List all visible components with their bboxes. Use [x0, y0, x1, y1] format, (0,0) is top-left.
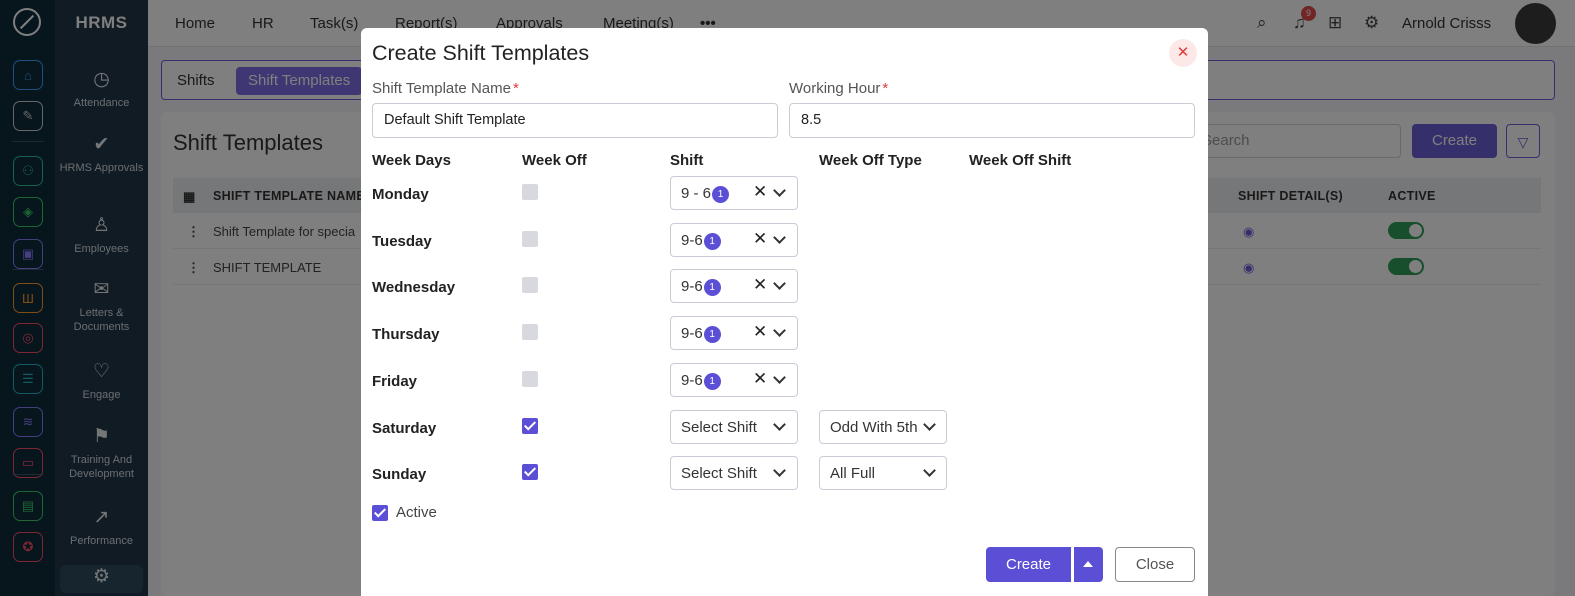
- clear-icon[interactable]: ✕: [753, 275, 767, 295]
- shift-count-badge: 1: [703, 233, 721, 250]
- shift-select[interactable]: 9 - 6 1 ✕: [670, 176, 798, 210]
- close-icon[interactable]: ✕: [1169, 39, 1197, 67]
- shift-select-value: 9-6 1: [681, 232, 721, 250]
- week-off-checkbox[interactable]: [522, 277, 538, 293]
- working-hour-label: Working Hour *: [789, 80, 889, 97]
- create-template-button[interactable]: Create: [986, 547, 1071, 582]
- chevron-down-icon: [773, 184, 786, 197]
- week-off-type-select[interactable]: Odd With 5th: [819, 410, 947, 444]
- day-label: Wednesday: [372, 279, 456, 296]
- shift-select-value: 9-6 1: [681, 278, 721, 296]
- shift-count-badge: 1: [703, 279, 721, 296]
- shift-select[interactable]: Select Shift: [670, 410, 798, 444]
- chevron-down-icon: [773, 277, 786, 290]
- chevron-down-icon: [773, 231, 786, 244]
- shift-select-value: Select Shift: [681, 465, 757, 482]
- shift-select-value: 9 - 61: [681, 185, 730, 203]
- shift-count-badge: 1: [703, 373, 721, 390]
- week-off-checkbox[interactable]: [522, 418, 538, 434]
- shift-select[interactable]: Select Shift: [670, 456, 798, 490]
- shift-select-value: 9-6 1: [681, 325, 721, 343]
- week-off-type-value: All Full: [830, 465, 876, 482]
- week-off-checkbox[interactable]: [522, 324, 538, 340]
- column-week-off: Week Off: [522, 152, 587, 169]
- template-name-input[interactable]: Default Shift Template: [372, 103, 778, 138]
- shift-count-badge: 1: [712, 186, 730, 203]
- modal-title: Create Shift Templates: [372, 41, 590, 65]
- create-shift-template-modal: Create Shift Templates ✕ Shift Template …: [361, 28, 1208, 596]
- column-week-days: Week Days: [372, 152, 451, 169]
- chevron-down-icon: [923, 464, 936, 477]
- week-off-checkbox[interactable]: [522, 184, 538, 200]
- clear-icon[interactable]: ✕: [753, 229, 767, 249]
- shift-value: 9-6: [681, 325, 703, 342]
- week-off-checkbox[interactable]: [522, 464, 538, 480]
- shift-value: Select Shift: [681, 465, 757, 482]
- day-label: Friday: [372, 373, 418, 390]
- week-off-type-value: Odd With 5th: [830, 419, 918, 436]
- chevron-down-icon: [773, 418, 786, 431]
- working-hour-input[interactable]: 8.5: [789, 103, 1195, 138]
- shift-select[interactable]: 9-6 1 ✕: [670, 269, 798, 303]
- week-off-checkbox[interactable]: [522, 371, 538, 387]
- day-label: Sunday: [372, 466, 427, 483]
- shift-select-value: 9-6 1: [681, 372, 721, 390]
- shift-value: 9-6: [681, 232, 703, 249]
- shift-value: Select Shift: [681, 419, 757, 436]
- clear-icon[interactable]: ✕: [753, 369, 767, 389]
- shift-select[interactable]: 9-6 1 ✕: [670, 316, 798, 350]
- shift-select[interactable]: 9-6 1 ✕: [670, 223, 798, 257]
- week-off-checkbox[interactable]: [522, 231, 538, 247]
- active-checkbox[interactable]: [372, 505, 388, 521]
- shift-value: 9-6: [681, 278, 703, 295]
- column-week-off-type: Week Off Type: [819, 152, 922, 169]
- day-label: Tuesday: [372, 233, 432, 250]
- create-options-caret[interactable]: [1074, 547, 1103, 582]
- clear-icon[interactable]: ✕: [753, 322, 767, 342]
- shift-value: 9-6: [681, 372, 703, 389]
- shift-value: 9 - 6: [681, 185, 712, 202]
- active-label: Active: [396, 504, 437, 521]
- chevron-down-icon: [923, 418, 936, 431]
- clear-icon[interactable]: ✕: [753, 182, 767, 202]
- column-shift: Shift: [670, 152, 704, 169]
- chevron-down-icon: [773, 324, 786, 337]
- shift-count-badge: 1: [703, 326, 721, 343]
- day-label: Monday: [372, 186, 429, 203]
- template-name-label: Shift Template Name *: [372, 80, 519, 97]
- column-week-off-shift: Week Off Shift: [969, 152, 1072, 169]
- close-button[interactable]: Close: [1115, 547, 1195, 582]
- day-label: Thursday: [372, 326, 440, 343]
- chevron-down-icon: [773, 371, 786, 384]
- shift-select-value: Select Shift: [681, 419, 757, 436]
- shift-select[interactable]: 9-6 1 ✕: [670, 363, 798, 397]
- day-label: Saturday: [372, 420, 437, 437]
- week-off-type-select[interactable]: All Full: [819, 456, 947, 490]
- chevron-down-icon: [773, 464, 786, 477]
